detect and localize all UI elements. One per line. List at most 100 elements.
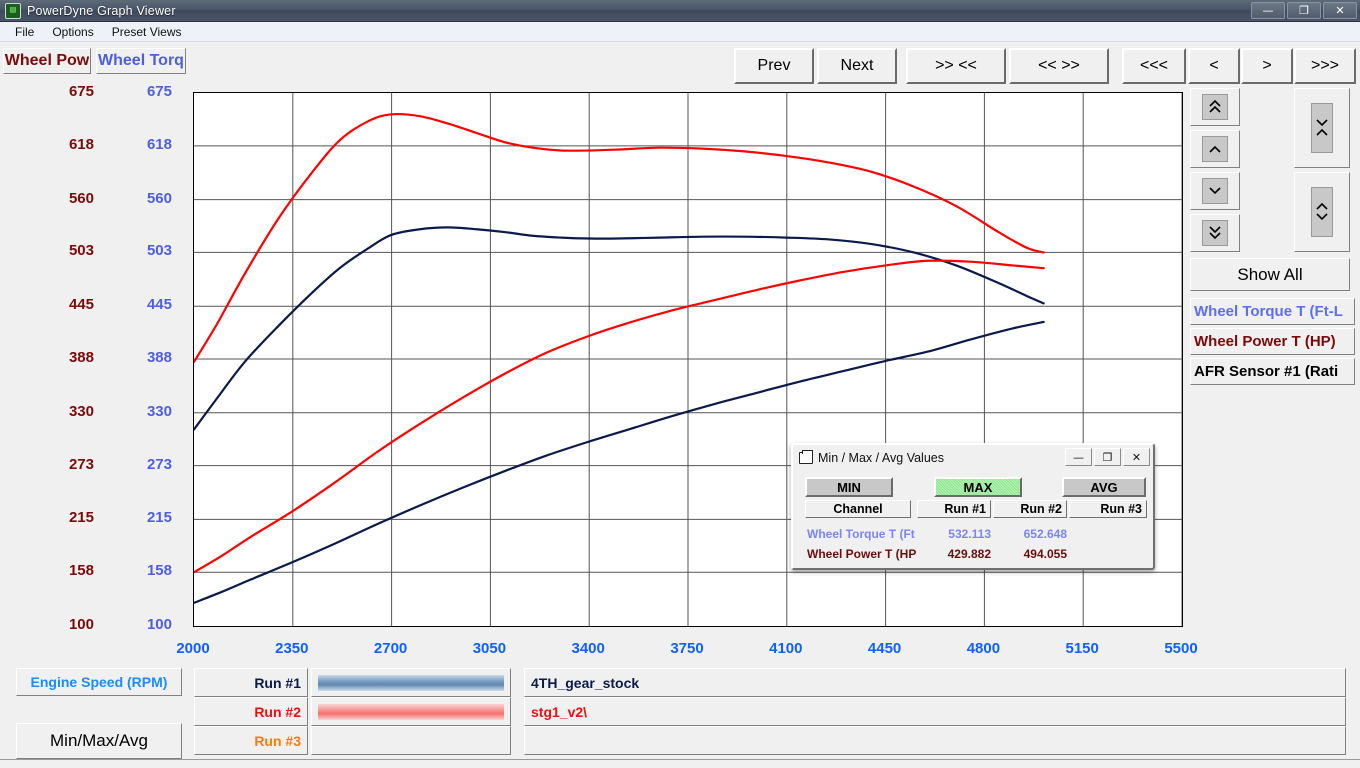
- run3-color-swatch[interactable]: [311, 726, 511, 755]
- x-axis-tick: 3750: [657, 640, 717, 657]
- y-axis-left-tick: 675: [42, 83, 94, 100]
- channel-button-wheel-torque[interactable]: Wheel Torque T (Ft-L: [1190, 298, 1355, 325]
- pan-left-button[interactable]: <: [1188, 48, 1240, 84]
- menubar[interactable]: File Options Preset Views: [0, 22, 1360, 42]
- channel-button-wheel-power[interactable]: Wheel Power T (HP): [1190, 328, 1355, 355]
- run3-label[interactable]: Run #3: [194, 726, 308, 755]
- y-axis-right-tick: 618: [120, 136, 172, 153]
- app-icon: ▤: [5, 3, 21, 19]
- dialog-minimize-button[interactable]: —: [1065, 448, 1092, 466]
- row-torque-run2: 652.648: [993, 527, 1067, 541]
- run1-file-field[interactable]: 4TH_gear_stock: [524, 668, 1346, 697]
- row-power-run1: 429.882: [917, 547, 991, 561]
- status-bar: [0, 759, 1360, 768]
- y-axis-left-tick: 100: [42, 616, 94, 633]
- tab-wheel-torque[interactable]: Wheel Torq: [96, 48, 186, 74]
- y-axis-right-tick: 215: [120, 509, 172, 526]
- pan-right-button[interactable]: >: [1241, 48, 1293, 84]
- scroll-up-button[interactable]: [1190, 130, 1240, 168]
- double-chevron-down-icon: [1202, 220, 1228, 246]
- run2-color-swatch[interactable]: [311, 697, 511, 726]
- y-axis-left-tick: 560: [42, 190, 94, 207]
- pan-far-right-button[interactable]: >>>: [1294, 48, 1356, 84]
- row-power-run2: 494.055: [993, 547, 1067, 561]
- window-title: PowerDyne Graph Viewer: [27, 4, 176, 18]
- window-copy-icon: [799, 452, 813, 464]
- dialog-window-controls[interactable]: — ❐ ✕: [1065, 448, 1150, 466]
- y-axis-right-tick: 503: [120, 242, 172, 259]
- close-button[interactable]: ✕: [1323, 2, 1357, 19]
- dialog-restore-button[interactable]: ❐: [1094, 448, 1121, 466]
- chevron-down-icon: [1202, 178, 1228, 204]
- y-axis-right-tick: 158: [120, 562, 172, 579]
- x-channel-button[interactable]: Engine Speed (RPM): [16, 668, 182, 696]
- y-axis-left-tick: 618: [42, 136, 94, 153]
- show-all-button[interactable]: Show All: [1190, 258, 1350, 291]
- tab-wheel-power[interactable]: Wheel Pow: [3, 48, 91, 74]
- y-axis-right-tick: 388: [120, 349, 172, 366]
- dialog-close-button[interactable]: ✕: [1123, 448, 1150, 466]
- double-chevron-up-icon: [1202, 94, 1228, 120]
- run2-label[interactable]: Run #2: [194, 697, 308, 726]
- x-axis-tick: 4450: [855, 640, 915, 657]
- y-axis-left-tick: 273: [42, 456, 94, 473]
- header-run1: Run #1: [917, 500, 991, 518]
- chevron-up-icon: [1202, 136, 1228, 162]
- y-axis-right-tick: 273: [120, 456, 172, 473]
- menu-item-options[interactable]: Options: [43, 23, 102, 41]
- y-axis-right-tick: 330: [120, 403, 172, 420]
- swatch-fill: [318, 675, 504, 691]
- run1-label[interactable]: Run #1: [194, 668, 308, 697]
- x-axis-tick: 3050: [459, 640, 519, 657]
- y-axis-left-tick: 215: [42, 509, 94, 526]
- zoom-in-vertical-button[interactable]: [1294, 172, 1350, 252]
- avg-button[interactable]: AVG: [1062, 477, 1146, 497]
- row-torque-run1: 532.113: [917, 527, 991, 541]
- window-controls[interactable]: — ❐ ✕: [1251, 2, 1357, 19]
- header-channel: Channel: [805, 500, 911, 518]
- scroll-down-fast-button[interactable]: [1190, 214, 1240, 252]
- shift-out-button[interactable]: << >>: [1009, 48, 1109, 84]
- header-run2: Run #2: [993, 500, 1067, 518]
- pan-far-left-button[interactable]: <<<: [1122, 48, 1186, 84]
- run2-file-field[interactable]: stg1_v2\: [524, 697, 1346, 726]
- x-axis-tick: 2350: [262, 640, 322, 657]
- channel-button-afr-sensor[interactable]: AFR Sensor #1 (Rati: [1190, 358, 1355, 385]
- window-titlebar[interactable]: ▤ PowerDyne Graph Viewer — ❐ ✕: [0, 0, 1360, 22]
- scroll-up-fast-button[interactable]: [1190, 88, 1240, 126]
- minmaxavg-button[interactable]: Min/Max/Avg: [16, 723, 182, 759]
- y-axis-left-tick: 158: [42, 562, 94, 579]
- menu-item-file[interactable]: File: [6, 23, 43, 41]
- y-axis-right-tick: 675: [120, 83, 172, 100]
- run1-color-swatch[interactable]: [311, 668, 511, 697]
- chevron-down-up-icon: [1311, 103, 1333, 153]
- header-run3: Run #3: [1069, 500, 1147, 518]
- run3-file-field[interactable]: [524, 726, 1346, 755]
- x-axis-tick: 4800: [953, 640, 1013, 657]
- x-axis-tick: 5500: [1151, 640, 1211, 657]
- zoom-out-vertical-button[interactable]: [1294, 88, 1350, 168]
- row-channel-wheel-power: Wheel Power T (HP: [807, 547, 919, 561]
- x-axis-tick: 2000: [163, 640, 223, 657]
- row-channel-wheel-torque: Wheel Torque T (Ft: [807, 527, 919, 541]
- chevron-up-down-icon: [1311, 187, 1333, 237]
- next-button[interactable]: Next: [817, 48, 897, 84]
- menu-item-preset-views[interactable]: Preset Views: [103, 23, 191, 41]
- y-axis-left-tick: 330: [42, 403, 94, 420]
- minmaxavg-dialog[interactable]: Min / Max / Avg Values — ❐ ✕ MIN MAX AVG…: [791, 443, 1155, 570]
- restore-button[interactable]: ❐: [1287, 2, 1321, 19]
- max-button[interactable]: MAX: [934, 477, 1022, 497]
- shift-in-button[interactable]: >> <<: [906, 48, 1006, 84]
- scroll-down-button[interactable]: [1190, 172, 1240, 210]
- x-axis-tick: 2700: [361, 640, 421, 657]
- chart-series-line: [194, 227, 1044, 429]
- y-axis-right-tick: 445: [120, 296, 172, 313]
- minimize-button[interactable]: —: [1251, 2, 1285, 19]
- y-axis-left-tick: 445: [42, 296, 94, 313]
- min-button[interactable]: MIN: [805, 477, 893, 497]
- x-axis-tick: 3400: [558, 640, 618, 657]
- prev-button[interactable]: Prev: [734, 48, 814, 84]
- y-axis-right-tick: 560: [120, 190, 172, 207]
- x-axis-tick: 4100: [756, 640, 816, 657]
- y-axis-right-tick: 100: [120, 616, 172, 633]
